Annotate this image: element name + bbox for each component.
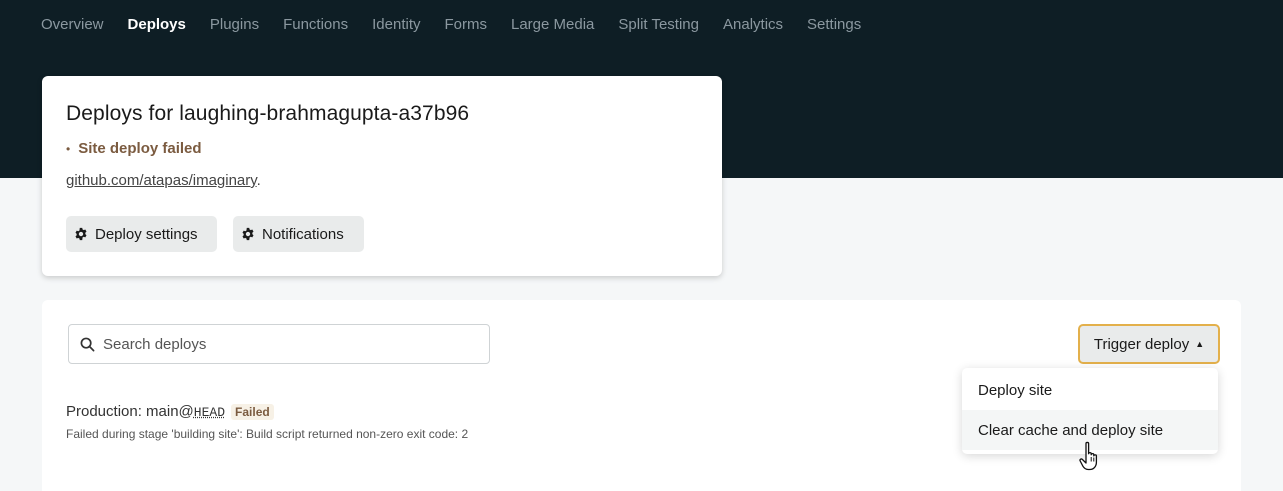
menu-item-deploy-site[interactable]: Deploy site: [962, 370, 1218, 410]
site-nav: Overview Deploys Plugins Functions Ident…: [41, 15, 885, 35]
nav-identity[interactable]: Identity: [372, 15, 420, 35]
repo-line: github.com/atapas/imaginary.: [66, 172, 261, 189]
search-icon: [80, 337, 95, 352]
deploys-header-card: Deploys for laughing-brahmagupta-a37b96 …: [42, 76, 722, 276]
deploy-settings-button[interactable]: Deploy settings: [66, 216, 217, 252]
page-title: Deploys for laughing-brahmagupta-a37b96: [66, 102, 470, 125]
notifications-label: Notifications: [262, 225, 344, 243]
nav-forms[interactable]: Forms: [445, 15, 488, 35]
notifications-button[interactable]: Notifications: [233, 216, 364, 252]
deploy-prefix: Production: main@: [66, 403, 194, 420]
nav-functions[interactable]: Functions: [283, 15, 348, 35]
chevron-up-icon: ▲: [1195, 339, 1205, 349]
nav-settings[interactable]: Settings: [807, 15, 861, 35]
trigger-deploy-label: Trigger deploy: [1093, 335, 1190, 353]
repo-suffix: .: [256, 172, 261, 189]
nav-analytics[interactable]: Analytics: [723, 15, 783, 35]
status-text: Site deploy failed: [78, 140, 202, 157]
gear-icon: [241, 227, 255, 241]
search-input[interactable]: [103, 335, 463, 353]
repo-link[interactable]: github.com/atapas/imaginary: [66, 172, 257, 189]
deploy-ref: HEAD: [193, 405, 226, 420]
hand-pointer-icon: [1078, 440, 1104, 477]
deploy-error-message: Failed during stage 'building site': Bui…: [66, 427, 469, 441]
gear-icon: [74, 227, 88, 241]
nav-large-media[interactable]: Large Media: [511, 15, 594, 35]
nav-overview[interactable]: Overview: [41, 15, 104, 35]
deploy-title: Production: main@ HEAD Failed: [66, 403, 468, 420]
deploy-status: • Site deploy failed: [66, 140, 202, 157]
nav-split-testing[interactable]: Split Testing: [618, 15, 699, 35]
deploy-list-item[interactable]: Production: main@ HEAD Failed Failed duri…: [66, 403, 468, 441]
deploy-settings-label: Deploy settings: [95, 225, 198, 243]
trigger-deploy-button[interactable]: Trigger deploy ▲: [1078, 324, 1220, 364]
nav-deploys[interactable]: Deploys: [128, 15, 186, 35]
search-box: [68, 324, 490, 364]
nav-plugins[interactable]: Plugins: [210, 15, 259, 35]
status-bullet: •: [66, 141, 71, 156]
status-badge: Failed: [231, 404, 274, 420]
